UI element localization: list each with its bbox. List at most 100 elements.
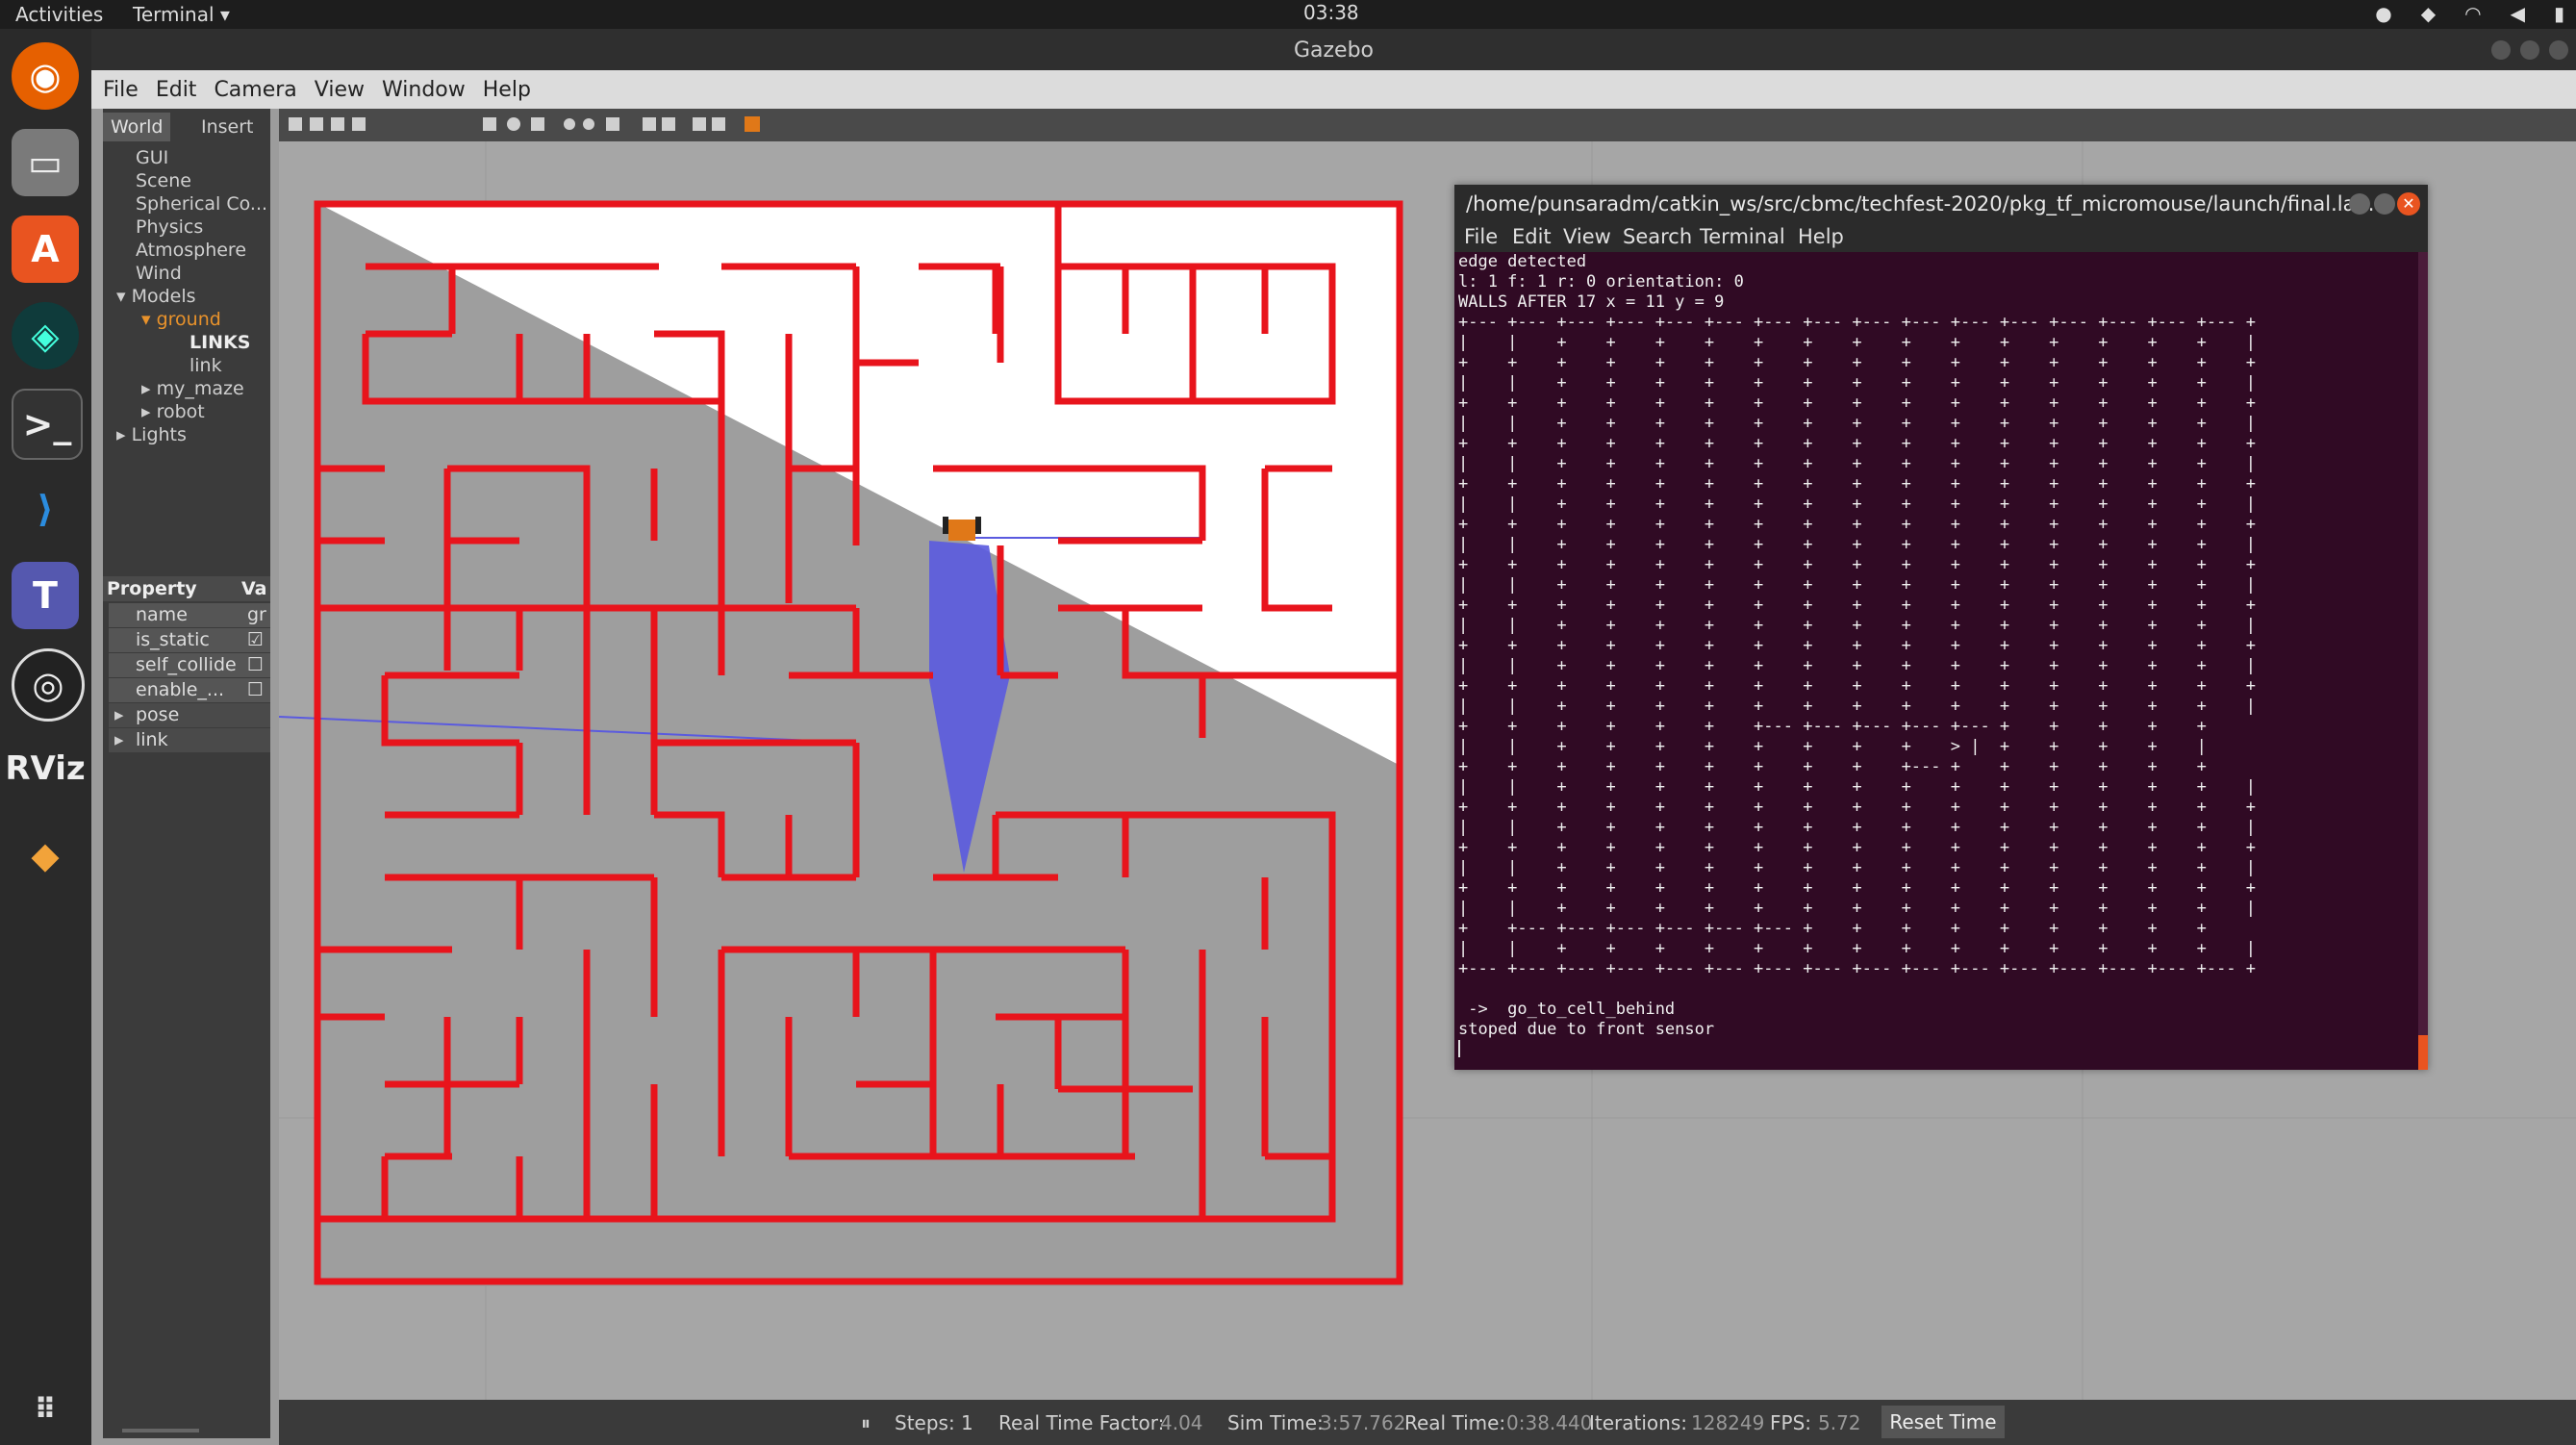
prop-row-link[interactable]: ▸ link bbox=[109, 728, 270, 752]
clock[interactable]: 03:38 bbox=[1303, 1, 1359, 24]
menu-edit[interactable]: Edit bbox=[156, 78, 197, 102]
tree-link[interactable]: link bbox=[189, 355, 222, 376]
select-tool-icon[interactable] bbox=[289, 117, 302, 131]
maze-row: | | + + + + + + + + + + + + + + | bbox=[1458, 818, 2257, 837]
prop-row-is-static[interactable]: is_static ☑ T bbox=[109, 628, 270, 672]
maximize-button[interactable] bbox=[2374, 193, 2395, 215]
tab-world[interactable]: World bbox=[103, 113, 171, 141]
steps-label[interactable]: Steps: 1 bbox=[895, 1411, 973, 1434]
system-topbar: Activities Terminal ▾ 03:38 ● ◆ ◠ ◀ ▮ bbox=[0, 0, 2576, 29]
maximize-button[interactable] bbox=[2520, 40, 2539, 60]
tree-models[interactable]: ▾ Models bbox=[116, 286, 196, 307]
expand-arrow-icon: ▾ bbox=[116, 286, 132, 307]
terminal-window[interactable]: /home/punsaradm/catkin_ws/src/cbmc/techf… bbox=[1454, 185, 2428, 1070]
tree-physics[interactable]: Physics bbox=[136, 216, 203, 238]
point-light-icon[interactable] bbox=[564, 118, 575, 130]
minimize-button[interactable] bbox=[2491, 40, 2511, 60]
cylinder-shape-icon[interactable] bbox=[531, 117, 544, 131]
app-menu[interactable]: Terminal ▾ bbox=[133, 3, 230, 26]
tree-my-maze[interactable]: ▸ my_maze bbox=[141, 378, 244, 399]
terminal-titlebar[interactable]: /home/punsaradm/catkin_ws/src/cbmc/techf… bbox=[1454, 185, 2428, 223]
term-menu-view[interactable]: View bbox=[1563, 225, 1611, 248]
rviz-icon[interactable]: RViz bbox=[5, 735, 86, 802]
gazebo-titlebar: Gazebo bbox=[91, 29, 2576, 75]
vscode-icon[interactable]: ⟩ bbox=[12, 475, 79, 543]
robot-body[interactable] bbox=[948, 520, 975, 541]
activities-button[interactable]: Activities bbox=[15, 3, 103, 26]
sublime-icon[interactable]: ◆ bbox=[12, 822, 79, 889]
term-line: edge detected bbox=[1458, 252, 1587, 271]
snap-icon[interactable] bbox=[712, 117, 725, 131]
prop-row-enable-wind[interactable]: enable_... ☐ F bbox=[109, 678, 270, 722]
align-icon[interactable] bbox=[693, 117, 706, 131]
translate-tool-icon[interactable] bbox=[310, 117, 323, 131]
menu-view[interactable]: View bbox=[315, 78, 365, 102]
term-menu-terminal[interactable]: Terminal bbox=[1700, 225, 1785, 248]
maze-row: | | + + + + + + + + + + + + + + | bbox=[1458, 373, 2257, 393]
teams-tray-icon[interactable]: ◆ bbox=[2421, 2, 2436, 25]
sphere-shape-icon[interactable] bbox=[507, 117, 520, 131]
robot-model[interactable] bbox=[943, 517, 981, 541]
prop-row-self-collide[interactable]: self_collide ☐ F bbox=[109, 653, 270, 697]
close-button[interactable] bbox=[2549, 40, 2568, 60]
menu-window[interactable]: Window bbox=[382, 78, 466, 102]
panel-scrollbar[interactable] bbox=[122, 1429, 199, 1432]
expand-arrow-icon: ▸ bbox=[116, 424, 132, 445]
close-button[interactable]: ✕ bbox=[2397, 192, 2420, 215]
record-icon[interactable]: ● bbox=[2375, 2, 2391, 25]
maze-row: + + + + + + + + + +--- + + + + + + bbox=[1458, 757, 2207, 776]
property-column-header: Property bbox=[107, 578, 197, 599]
software-icon[interactable]: A bbox=[12, 215, 79, 283]
tab-insert[interactable]: Insert bbox=[193, 113, 262, 141]
toolbar-icon-group[interactable] bbox=[289, 116, 760, 132]
menu-help[interactable]: Help bbox=[483, 78, 531, 102]
tree-robot[interactable]: ▸ robot bbox=[141, 401, 205, 422]
system-tray[interactable]: ● ◆ ◠ ◀ ▮ bbox=[2375, 2, 2564, 25]
apps-grid-icon[interactable]: ⠿ bbox=[12, 1376, 79, 1443]
rotate-tool-icon[interactable] bbox=[331, 117, 344, 131]
tree-scene[interactable]: Scene bbox=[136, 170, 191, 191]
paste-icon[interactable] bbox=[662, 117, 675, 131]
term-menu-help[interactable]: Help bbox=[1798, 225, 1844, 248]
tree-ground[interactable]: ▾ ground bbox=[141, 309, 221, 330]
menu-file[interactable]: File bbox=[103, 78, 139, 102]
reset-time-button[interactable]: Reset Time bbox=[1881, 1406, 2005, 1438]
prop-row-name[interactable]: name gr bbox=[109, 603, 270, 627]
minimize-button[interactable] bbox=[2349, 193, 2370, 215]
obs-icon[interactable]: ◎ bbox=[12, 648, 85, 722]
term-line: WALLS AFTER 17 x = 11 y = 9 bbox=[1458, 292, 1725, 312]
maze-row: | | + + + + + + + + + + + + + + | bbox=[1458, 899, 2257, 918]
term-menu-search[interactable]: Search bbox=[1623, 225, 1692, 248]
scrollbar-thumb[interactable] bbox=[2418, 1035, 2428, 1070]
volume-icon[interactable]: ◀ bbox=[2511, 2, 2525, 25]
pause-button[interactable]: ⏸ bbox=[861, 1411, 871, 1434]
tree-lights[interactable]: ▸ Lights bbox=[116, 424, 187, 445]
maze-row: | | + + + + + + + + + + + + + + | bbox=[1458, 616, 2257, 635]
term-menu-file[interactable]: File bbox=[1464, 225, 1498, 248]
terminal-scrollbar[interactable] bbox=[2418, 252, 2428, 1070]
terminal-icon[interactable]: >_ bbox=[12, 389, 83, 460]
battery-icon[interactable]: ▮ bbox=[2554, 2, 2564, 25]
menu-camera[interactable]: Camera bbox=[214, 78, 296, 102]
copy-icon[interactable] bbox=[643, 117, 656, 131]
tree-spherical-coordinates[interactable]: Spherical Co... bbox=[136, 193, 267, 215]
directional-light-icon[interactable] bbox=[606, 117, 619, 131]
box-shape-icon[interactable] bbox=[483, 117, 496, 131]
tree-wind[interactable]: Wind bbox=[136, 263, 182, 284]
prop-row-pose[interactable]: ▸ pose bbox=[109, 703, 270, 727]
files-icon[interactable]: ▭ bbox=[12, 129, 79, 196]
terminal-output[interactable]: edge detected l: 1 f: 1 r: 0 orientation… bbox=[1454, 252, 2416, 1070]
fps-value: 5.72 bbox=[1818, 1411, 1861, 1434]
tree-gui[interactable]: GUI bbox=[136, 147, 168, 168]
maze-row: + + + + + + + + + + + + + + + + + bbox=[1458, 515, 2257, 534]
term-menu-edit[interactable]: Edit bbox=[1512, 225, 1552, 248]
screenshot-icon[interactable] bbox=[745, 116, 760, 132]
firefox-icon[interactable]: ◉ bbox=[12, 42, 79, 110]
wifi-icon[interactable]: ◠ bbox=[2464, 2, 2481, 25]
tree-atmosphere[interactable]: Atmosphere bbox=[136, 240, 246, 261]
teams-icon[interactable]: T bbox=[12, 562, 79, 629]
spot-light-icon[interactable] bbox=[583, 118, 594, 130]
gitkraken-icon[interactable]: ◈ bbox=[12, 302, 79, 369]
maze-row: | | + + + + + + + + + + + + + + | bbox=[1458, 414, 2257, 433]
scale-tool-icon[interactable] bbox=[352, 117, 366, 131]
